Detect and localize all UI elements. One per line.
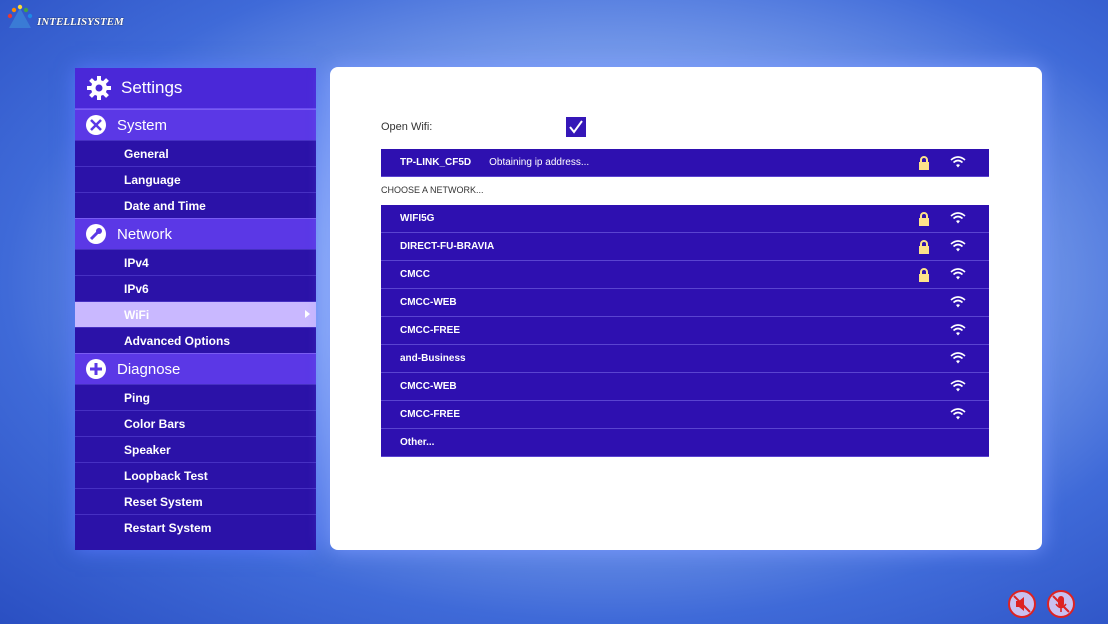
network-ssid: and-Business <box>400 353 466 364</box>
network-row[interactable]: CMCC-FREE <box>381 317 989 345</box>
sidebar-item-language[interactable]: Language <box>75 166 316 192</box>
lock-icon <box>918 240 930 257</box>
sidebar-section-label: Network <box>117 225 173 243</box>
choose-network-label: CHOOSE A NETWORK... <box>381 185 484 195</box>
network-ssid: Other... <box>400 437 435 448</box>
logo-text: INTELLISYSTEM <box>37 16 124 28</box>
sidebar-item-speaker[interactable]: Speaker <box>75 436 316 462</box>
other-network-row[interactable]: Other... <box>381 429 989 457</box>
wifi-signal-icon <box>950 295 966 312</box>
network-row[interactable]: CMCC-WEB <box>381 373 989 401</box>
network-row[interactable]: DIRECT-FU-BRAVIA <box>381 233 989 261</box>
sidebar-item-ipv6[interactable]: IPv6 <box>75 275 316 301</box>
logo: INTELLISYSTEM <box>6 4 124 30</box>
speaker-muted-icon[interactable] <box>1007 589 1037 619</box>
sidebar-item-color-bars[interactable]: Color Bars <box>75 410 316 436</box>
sidebar-item-label: WiFi <box>124 307 150 322</box>
network-row[interactable]: WIFI5G <box>381 205 989 233</box>
logo-mark-icon <box>6 4 34 30</box>
wifi-signal-icon <box>950 239 966 256</box>
open-wifi-checkbox[interactable] <box>566 117 586 137</box>
network-ssid: TP-LINK_CF5D <box>400 157 472 168</box>
connected-network-row[interactable]: TP-LINK_CF5D Obtaining ip address... <box>381 149 989 177</box>
wifi-signal-icon <box>950 323 966 340</box>
sidebar-section-label: System <box>117 116 168 134</box>
lock-icon <box>918 268 930 285</box>
wifi-signal-icon <box>950 407 966 424</box>
plus-circle-icon <box>84 357 108 381</box>
network-ssid: CMCC-FREE <box>400 409 460 420</box>
sidebar-section-label: Diagnose <box>117 360 181 378</box>
wifi-signal-icon <box>950 267 966 284</box>
sidebar-title: Settings <box>75 68 316 109</box>
gear-icon <box>85 74 113 102</box>
wifi-panel: Open Wifi: TP-LINK_CF5D Obtaining ip add… <box>330 67 1042 550</box>
lock-icon <box>918 156 930 173</box>
network-status: Obtaining ip address... <box>489 157 590 168</box>
checkmark-icon <box>569 120 583 134</box>
network-row[interactable]: and-Business <box>381 345 989 373</box>
sidebar-item-advanced-options[interactable]: Advanced Options <box>75 327 316 353</box>
settings-sidebar: Settings System General Language Date an… <box>75 68 316 550</box>
network-row[interactable]: CMCC-FREE <box>381 401 989 429</box>
sidebar-item-wifi[interactable]: WiFi <box>75 301 316 327</box>
network-ssid: CMCC-FREE <box>400 325 460 336</box>
network-row[interactable]: CMCC <box>381 261 989 289</box>
lock-icon <box>918 212 930 229</box>
wrench-icon <box>84 222 108 246</box>
sidebar-item-date-and-time[interactable]: Date and Time <box>75 192 316 218</box>
sidebar-item-restart-system[interactable]: Restart System <box>75 514 316 540</box>
network-ssid: DIRECT-FU-BRAVIA <box>400 241 495 252</box>
network-ssid: WIFI5G <box>400 213 435 224</box>
sidebar-section-network[interactable]: Network <box>75 218 316 249</box>
sidebar-item-loopback-test[interactable]: Loopback Test <box>75 462 316 488</box>
network-row[interactable]: CMCC-WEB <box>381 289 989 317</box>
sidebar-item-ping[interactable]: Ping <box>75 384 316 410</box>
wifi-signal-icon <box>950 351 966 368</box>
tools-icon <box>84 113 108 137</box>
sidebar-item-general[interactable]: General <box>75 140 316 166</box>
sidebar-item-ipv4[interactable]: IPv4 <box>75 249 316 275</box>
chevron-right-icon <box>305 310 310 318</box>
sidebar-section-diagnose[interactable]: Diagnose <box>75 353 316 384</box>
sidebar-section-system[interactable]: System <box>75 109 316 140</box>
wifi-signal-icon <box>950 155 966 172</box>
wifi-signal-icon <box>950 211 966 228</box>
network-ssid: CMCC <box>400 269 430 280</box>
network-ssid: CMCC-WEB <box>400 297 457 308</box>
wifi-signal-icon <box>950 379 966 396</box>
microphone-muted-icon[interactable] <box>1046 589 1076 619</box>
sidebar-item-reset-system[interactable]: Reset System <box>75 488 316 514</box>
network-ssid: CMCC-WEB <box>400 381 457 392</box>
open-wifi-label: Open Wifi: <box>381 121 433 133</box>
sidebar-title-label: Settings <box>121 78 183 97</box>
